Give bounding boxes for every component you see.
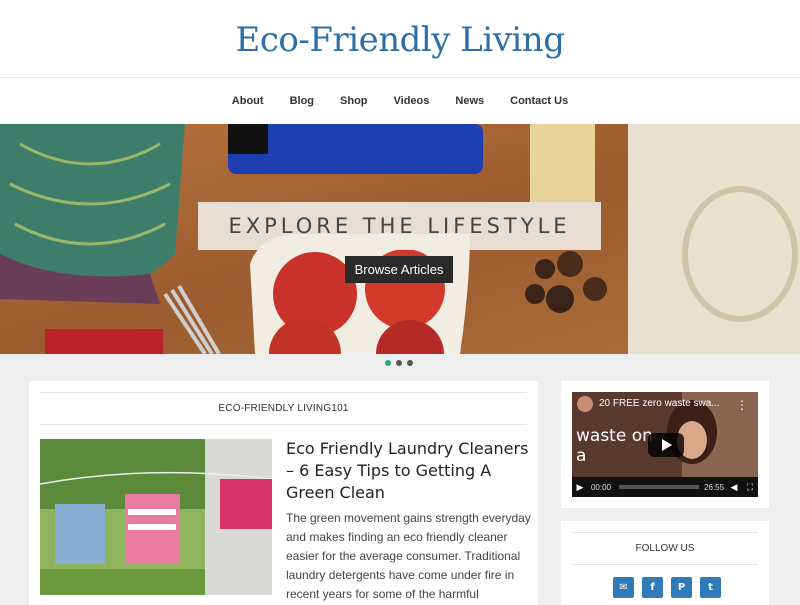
volume-icon[interactable]: ◀ bbox=[726, 482, 742, 493]
video-title[interactable]: 20 FREE zero waste swa... bbox=[599, 398, 720, 409]
slider-dot-2[interactable] bbox=[396, 360, 402, 366]
section-label: ECO-FRIENDLY LIVING101 bbox=[40, 392, 527, 425]
video-player[interactable]: 20 FREE zero waste swa... ⋮ waste on a ▶… bbox=[572, 392, 758, 497]
nav-item-contact[interactable]: Contact Us bbox=[497, 95, 581, 107]
hero-heading-box: EXPLORE THE LIFESTYLE bbox=[198, 202, 601, 250]
fullscreen-icon[interactable]: ⛶ bbox=[742, 482, 758, 493]
controls-play-icon[interactable]: ▶ bbox=[572, 482, 588, 493]
slider-dots bbox=[385, 360, 413, 366]
email-icon[interactable]: ✉ bbox=[613, 577, 634, 598]
post-excerpt: The green movement gains strength everyd… bbox=[286, 511, 531, 601]
pinterest-icon[interactable]: P bbox=[671, 577, 692, 598]
nav-item-shop[interactable]: Shop bbox=[327, 95, 381, 107]
progress-bar[interactable] bbox=[619, 485, 699, 489]
site-title[interactable]: Eco-Friendly Living bbox=[0, 20, 800, 60]
post-thumbnail[interactable] bbox=[40, 439, 272, 595]
nav-item-blog[interactable]: Blog bbox=[277, 95, 327, 107]
laundry-image bbox=[40, 439, 272, 595]
facebook-icon[interactable]: f bbox=[642, 577, 663, 598]
video-overlay-text: waste on a bbox=[576, 426, 653, 466]
follow-label: FOLLOW US bbox=[572, 532, 758, 565]
play-icon[interactable] bbox=[648, 433, 684, 457]
hero-heading: EXPLORE THE LIFESTYLE bbox=[228, 214, 571, 238]
slider-dot-3[interactable] bbox=[407, 360, 413, 366]
current-time: 00:00 bbox=[590, 482, 612, 492]
featured-posts: ECO-FRIENDLY LIVING101 Eco Friendly Laun… bbox=[29, 381, 538, 605]
twitter-icon[interactable]: t bbox=[700, 577, 721, 598]
hero-slider: EXPLORE THE LIFESTYLE Browse Articles bbox=[0, 124, 800, 354]
nav-item-news[interactable]: News bbox=[442, 95, 497, 107]
post-title[interactable]: Eco Friendly Laundry Cleaners – 6 Easy T… bbox=[286, 438, 531, 504]
follow-widget: FOLLOW US ✉ f P t bbox=[561, 521, 769, 605]
video-widget: 20 FREE zero waste swa... ⋮ waste on a ▶… bbox=[561, 381, 769, 508]
site-header: Eco-Friendly Living bbox=[0, 0, 800, 78]
duration: 26:55 bbox=[704, 482, 725, 492]
video-controls: ▶ 00:00 26:55 ◀ ⛶ bbox=[572, 477, 758, 497]
nav-item-about[interactable]: About bbox=[219, 95, 277, 107]
slider-dot-1[interactable] bbox=[385, 360, 391, 366]
social-icons: ✉ f P t bbox=[613, 577, 721, 598]
video-menu-icon[interactable]: ⋮ bbox=[736, 398, 748, 412]
main-nav: About Blog Shop Videos News Contact Us bbox=[0, 78, 800, 124]
browse-articles-button[interactable]: Browse Articles bbox=[345, 256, 453, 283]
nav-item-videos[interactable]: Videos bbox=[381, 95, 443, 107]
